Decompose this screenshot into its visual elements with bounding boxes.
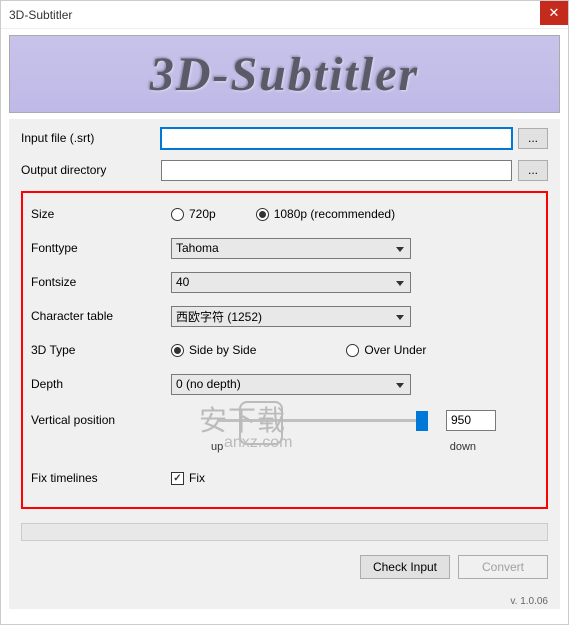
fonttype-label: Fonttype: [31, 241, 171, 255]
input-file-field[interactable]: [161, 128, 512, 149]
type3d-row: 3D Type Side by Side Over Under: [31, 339, 538, 361]
close-button[interactable]: ✕: [540, 1, 568, 25]
vpos-down-label: down: [450, 441, 476, 453]
size-720p-label: 720p: [189, 207, 216, 221]
banner-text: 3D-Subtitler: [150, 47, 419, 102]
vpos-row: Vertical position: [31, 409, 538, 431]
convert-button: Convert: [458, 555, 548, 579]
vpos-slider[interactable]: [219, 419, 428, 422]
output-dir-label: Output directory: [21, 163, 161, 177]
settings-box: Size 720p 1080p (recommended) Fonttype T…: [21, 191, 548, 509]
radio-icon: [171, 344, 184, 357]
slider-thumb[interactable]: [416, 411, 428, 431]
vpos-slider-container: [171, 419, 436, 422]
output-dir-browse-button[interactable]: ...: [518, 160, 548, 181]
fixtimelines-label: Fix timelines: [31, 471, 171, 485]
vpos-slider-labels: up down: [211, 441, 476, 453]
type3d-sbs-radio[interactable]: Side by Side: [171, 343, 256, 357]
fix-label: Fix: [189, 471, 205, 485]
window-title: 3D-Subtitler: [9, 8, 72, 22]
type3d-ou-label: Over Under: [364, 343, 426, 357]
size-radio-group: 720p 1080p (recommended): [171, 207, 435, 221]
depth-label: Depth: [31, 377, 171, 391]
titlebar: 3D-Subtitler ✕: [1, 1, 568, 29]
depth-select[interactable]: 0 (no depth): [171, 374, 411, 395]
vpos-label: Vertical position: [31, 413, 171, 427]
app-window: 3D-Subtitler ✕ 3D-Subtitler Input file (…: [0, 0, 569, 625]
radio-icon: [346, 344, 359, 357]
chartable-select[interactable]: 西欧字符 (1252): [171, 306, 411, 327]
radio-icon: [256, 208, 269, 221]
fontsize-label: Fontsize: [31, 275, 171, 289]
depth-value: 0 (no depth): [176, 377, 241, 391]
fonttype-value: Tahoma: [176, 241, 219, 255]
vpos-value-field[interactable]: [446, 410, 496, 431]
fonttype-select[interactable]: Tahoma: [171, 238, 411, 259]
check-input-button[interactable]: Check Input: [360, 555, 450, 579]
fix-checkbox[interactable]: Fix: [171, 471, 205, 485]
input-file-browse-button[interactable]: ...: [518, 128, 548, 149]
content-area: Input file (.srt) ... Output directory .…: [9, 119, 560, 609]
progress-bar: [21, 523, 548, 541]
action-buttons: Check Input Convert: [21, 555, 548, 579]
size-720p-radio[interactable]: 720p: [171, 207, 216, 221]
vpos-up-label: up: [211, 441, 223, 453]
input-file-row: Input file (.srt) ...: [21, 127, 548, 149]
depth-row: Depth 0 (no depth): [31, 373, 538, 395]
banner: 3D-Subtitler: [9, 35, 560, 113]
fontsize-select[interactable]: 40: [171, 272, 411, 293]
output-dir-field[interactable]: [161, 160, 512, 181]
chartable-label: Character table: [31, 309, 171, 323]
chartable-value: 西欧字符 (1252): [176, 308, 262, 325]
size-row: Size 720p 1080p (recommended): [31, 203, 538, 225]
size-1080p-label: 1080p (recommended): [274, 207, 395, 221]
output-dir-row: Output directory ...: [21, 159, 548, 181]
checkbox-icon: [171, 472, 184, 485]
size-label: Size: [31, 207, 171, 221]
radio-icon: [171, 208, 184, 221]
version-label: v. 1.0.06: [510, 596, 548, 607]
type3d-radio-group: Side by Side Over Under: [171, 343, 466, 357]
fonttype-row: Fonttype Tahoma: [31, 237, 538, 259]
type3d-sbs-label: Side by Side: [189, 343, 256, 357]
close-icon: ✕: [549, 5, 560, 21]
fontsize-row: Fontsize 40: [31, 271, 538, 293]
input-file-label: Input file (.srt): [21, 131, 161, 145]
type3d-ou-radio[interactable]: Over Under: [346, 343, 426, 357]
fixtimelines-row: Fix timelines Fix: [31, 467, 538, 489]
type3d-label: 3D Type: [31, 343, 171, 357]
chartable-row: Character table 西欧字符 (1252): [31, 305, 538, 327]
fontsize-value: 40: [176, 275, 189, 289]
size-1080p-radio[interactable]: 1080p (recommended): [256, 207, 395, 221]
